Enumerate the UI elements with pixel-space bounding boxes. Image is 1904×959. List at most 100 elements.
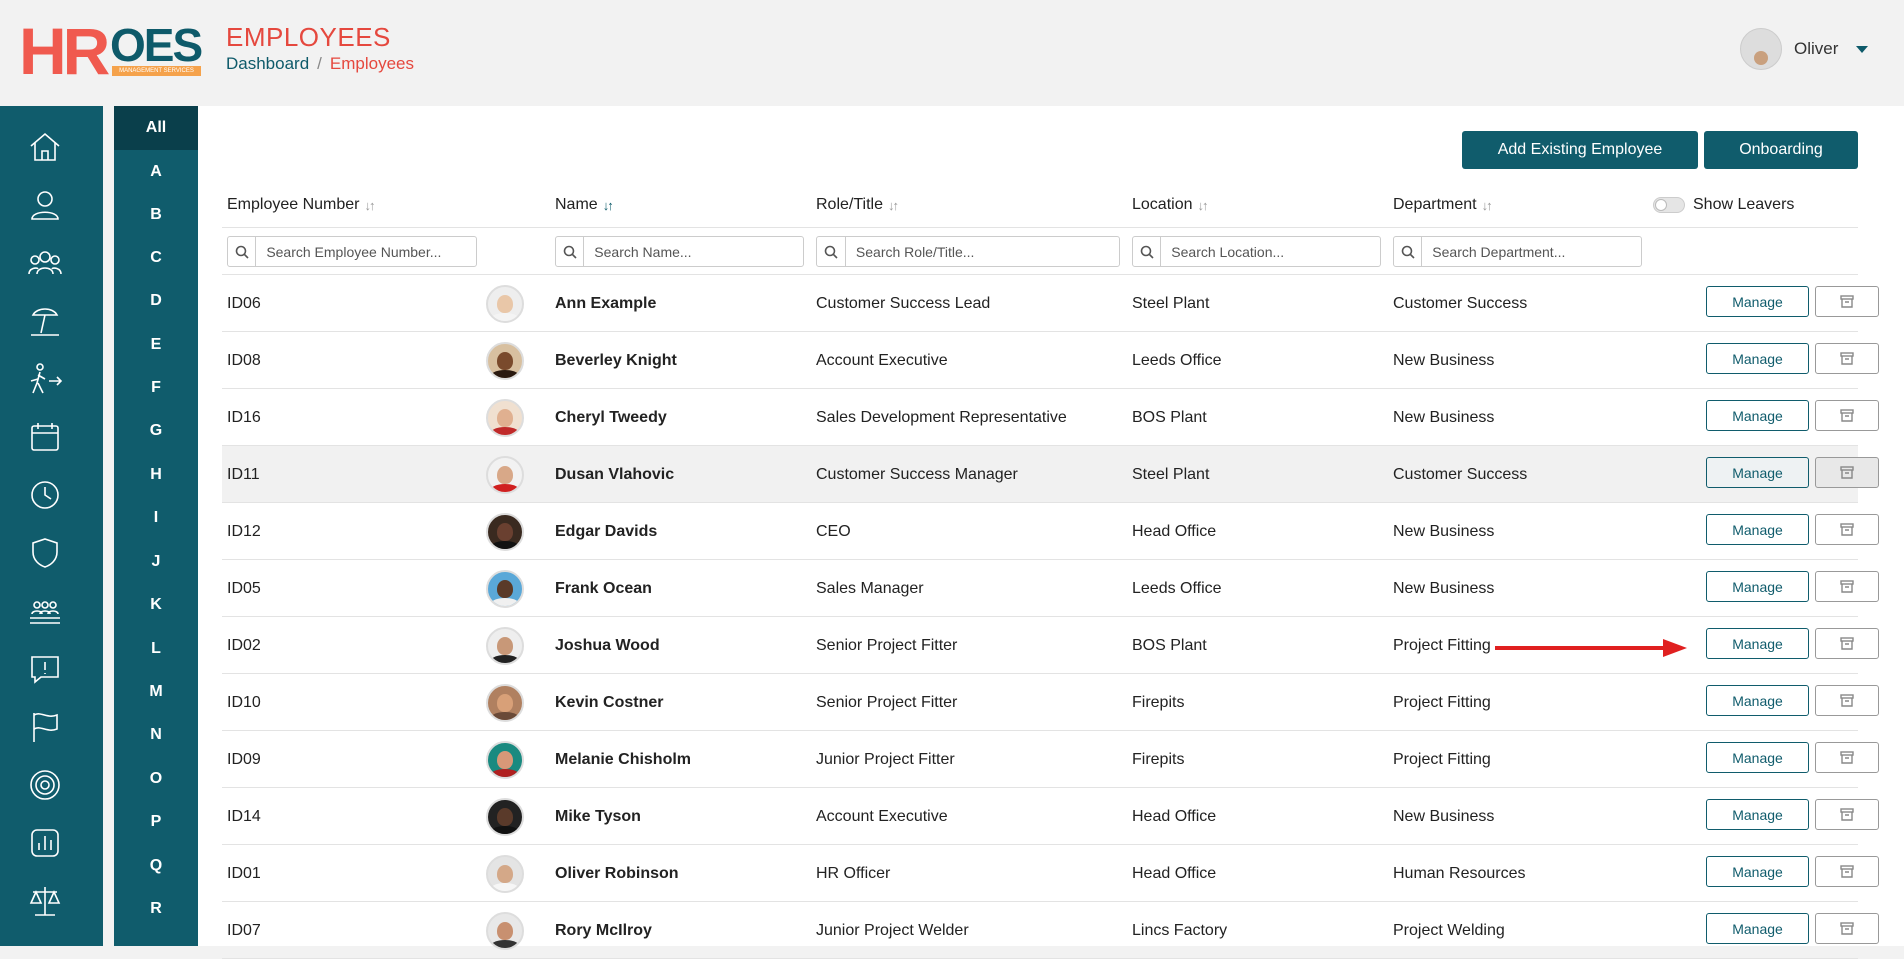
sort-icon[interactable]: ↓↑ — [1482, 198, 1493, 213]
manage-button[interactable]: Manage — [1706, 286, 1809, 317]
employee-avatar[interactable] — [486, 627, 524, 665]
cell-name[interactable]: Kevin Costner — [555, 674, 663, 731]
employee-avatar[interactable] — [486, 855, 524, 893]
archive-button[interactable] — [1815, 571, 1879, 602]
alpha-filter-m[interactable]: M — [114, 670, 198, 714]
alpha-filter-e[interactable]: E — [114, 323, 198, 367]
page-scrollbar[interactable] — [1882, 106, 1904, 946]
employee-avatar[interactable] — [486, 456, 524, 494]
alpha-filter-h[interactable]: H — [114, 453, 198, 497]
manage-button[interactable]: Manage — [1706, 742, 1809, 773]
manage-button[interactable]: Manage — [1706, 628, 1809, 659]
manage-button[interactable]: Manage — [1706, 400, 1809, 431]
cell-name[interactable]: Mike Tyson — [555, 788, 641, 845]
employee-avatar[interactable] — [486, 342, 524, 380]
sort-icon[interactable]: ↓↑ — [603, 198, 614, 213]
manage-button[interactable]: Manage — [1706, 799, 1809, 830]
search-location-field[interactable] — [1132, 236, 1381, 267]
chart-icon[interactable] — [26, 824, 64, 862]
employee-avatar[interactable] — [486, 285, 524, 323]
alpha-filter-o[interactable]: O — [114, 757, 198, 801]
col-header-name[interactable]: Name ↓↑ — [555, 196, 614, 214]
sort-icon[interactable]: ↓↑ — [365, 198, 376, 213]
holiday-icon[interactable] — [26, 302, 64, 340]
onboarding-button[interactable]: Onboarding — [1704, 131, 1858, 169]
employee-avatar[interactable] — [486, 684, 524, 722]
show-leavers-toggle[interactable]: Show Leavers — [1653, 196, 1794, 214]
walk-arrow-icon[interactable] — [26, 360, 64, 398]
search-employee-number-field[interactable] — [227, 236, 477, 267]
manage-button[interactable]: Manage — [1706, 457, 1809, 488]
alpha-filter-all[interactable]: All — [114, 106, 198, 150]
search-department-field[interactable] — [1393, 236, 1642, 267]
toggle-track[interactable] — [1653, 197, 1685, 213]
employee-avatar[interactable] — [486, 798, 524, 836]
alpha-filter-b[interactable]: B — [114, 193, 198, 237]
cell-name[interactable]: Cheryl Tweedy — [555, 389, 667, 446]
cell-name[interactable]: Ann Example — [555, 275, 656, 332]
archive-button[interactable] — [1815, 685, 1879, 716]
alpha-filter-a[interactable]: A — [114, 150, 198, 194]
archive-button[interactable] — [1815, 742, 1879, 773]
user-icon[interactable] — [26, 186, 64, 224]
employee-avatar[interactable] — [486, 570, 524, 608]
clock-icon[interactable] — [26, 476, 64, 514]
home-icon[interactable] — [26, 128, 64, 166]
cell-name[interactable]: Edgar Davids — [555, 503, 657, 560]
cell-name[interactable]: Oliver Robinson — [555, 845, 679, 902]
search-role-input[interactable] — [845, 238, 1119, 265]
search-department-input[interactable] — [1422, 238, 1641, 265]
breadcrumb-dashboard-link[interactable]: Dashboard — [226, 54, 309, 73]
archive-button[interactable] — [1815, 628, 1879, 659]
col-header-location[interactable]: Location ↓↑ — [1132, 196, 1209, 214]
target-icon[interactable] — [26, 766, 64, 804]
flag-icon[interactable] — [26, 708, 64, 746]
cell-name[interactable]: Dusan Vlahovic — [555, 446, 674, 503]
alpha-filter-i[interactable]: I — [114, 496, 198, 540]
search-role-field[interactable] — [816, 236, 1120, 267]
search-name-input[interactable] — [584, 238, 803, 265]
alpha-filter-c[interactable]: C — [114, 236, 198, 280]
sort-icon[interactable]: ↓↑ — [888, 198, 899, 213]
employee-avatar[interactable] — [486, 741, 524, 779]
employee-avatar[interactable] — [486, 399, 524, 437]
sort-icon[interactable]: ↓↑ — [1198, 198, 1209, 213]
scales-icon[interactable] — [26, 882, 64, 920]
archive-button[interactable] — [1815, 343, 1879, 374]
alpha-filter-k[interactable]: K — [114, 583, 198, 627]
alpha-filter-p[interactable]: P — [114, 800, 198, 844]
search-location-input[interactable] — [1161, 238, 1380, 265]
cell-name[interactable]: Melanie Chisholm — [555, 731, 691, 788]
alpha-filter-g[interactable]: G — [114, 409, 198, 453]
search-name-field[interactable] — [555, 236, 804, 267]
manage-button[interactable]: Manage — [1706, 571, 1809, 602]
alpha-filter-r[interactable]: R — [114, 887, 198, 931]
manage-button[interactable]: Manage — [1706, 913, 1809, 944]
cell-name[interactable]: Beverley Knight — [555, 332, 677, 389]
archive-button[interactable] — [1815, 457, 1879, 488]
manage-button[interactable]: Manage — [1706, 343, 1809, 374]
employee-avatar[interactable] — [486, 513, 524, 551]
alpha-filter-f[interactable]: F — [114, 366, 198, 410]
alpha-filter-d[interactable]: D — [114, 279, 198, 323]
alpha-filter-j[interactable]: J — [114, 540, 198, 584]
archive-button[interactable] — [1815, 856, 1879, 887]
col-header-role[interactable]: Role/Title ↓↑ — [816, 196, 899, 214]
col-header-department[interactable]: Department ↓↑ — [1393, 196, 1493, 214]
user-menu[interactable]: Oliver — [1740, 28, 1869, 70]
users-icon[interactable] — [26, 244, 64, 282]
shield-icon[interactable] — [26, 534, 64, 572]
col-header-employee-number[interactable]: Employee Number ↓↑ — [227, 196, 376, 214]
archive-button[interactable] — [1815, 514, 1879, 545]
alpha-filter-l[interactable]: L — [114, 627, 198, 671]
archive-button[interactable] — [1815, 286, 1879, 317]
search-employee-number-input[interactable] — [256, 238, 476, 265]
cell-name[interactable]: Joshua Wood — [555, 617, 660, 674]
add-existing-employee-button[interactable]: Add Existing Employee — [1462, 131, 1698, 169]
employee-avatar[interactable] — [486, 912, 524, 950]
manage-button[interactable]: Manage — [1706, 514, 1809, 545]
archive-button[interactable] — [1815, 799, 1879, 830]
alert-chat-icon[interactable] — [26, 650, 64, 688]
archive-button[interactable] — [1815, 913, 1879, 944]
cell-name[interactable]: Frank Ocean — [555, 560, 652, 617]
